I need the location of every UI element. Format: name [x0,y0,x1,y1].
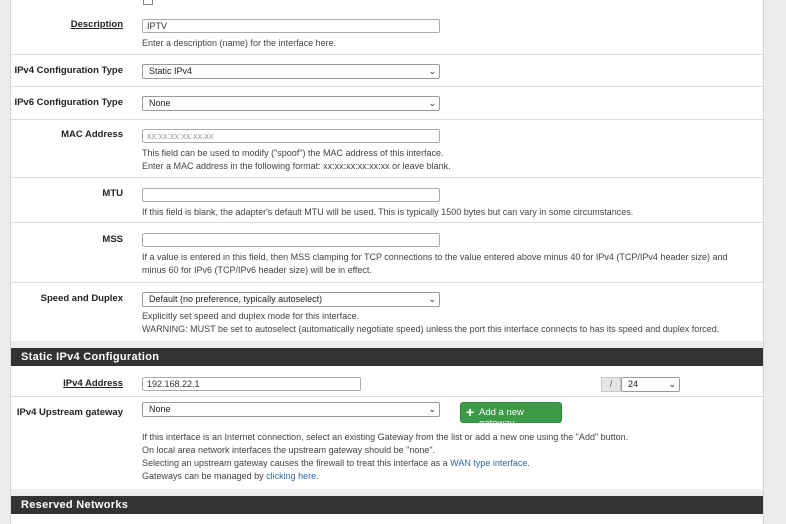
mtu-label: MTU [102,188,123,199]
right-border [763,0,764,524]
mac-help-1: This field can be used to modify ("spoof… [142,148,444,158]
cidr-value: 24 [628,379,639,389]
cidr-slash: / [601,377,621,392]
divider [11,177,763,178]
chevron-down-icon: ⌄ [668,379,676,389]
reserved-networks-section-header: Reserved Networks [11,496,763,514]
checkbox-partial[interactable] [143,0,153,5]
add-gateway-button[interactable]: + Add a new gateway [460,402,562,429]
gateway-help-4-prefix: Gateways can be managed by [142,471,267,481]
add-gateway-label: Add a new gateway [479,407,524,429]
mss-help-1: If a value is entered in this field, the… [142,252,728,262]
mac-help-2: Enter a MAC address in the following for… [142,161,451,171]
gateway-help-1: If this interface is an Internet connect… [142,432,629,442]
chevron-down-icon: ⌄ [428,294,436,304]
ipv6-config-value: None [149,98,171,108]
divider [11,396,763,397]
wan-type-interface-link[interactable]: WAN type interface [450,458,527,468]
chevron-down-icon: ⌄ [428,66,436,76]
gateway-help-2: On local area network interfaces the ups… [142,445,436,455]
gateway-help-4-suffix: . [316,471,319,481]
description-label: Description [70,19,123,30]
cidr-select[interactable]: 24 ⌄ [621,377,680,392]
divider [11,86,763,87]
mss-help-2: minus 60 for IPv6 (TCP/IPv6 header size)… [142,265,372,275]
ipv6-config-label: IPv6 Configuration Type [14,97,123,108]
gateway-select[interactable]: None ⌄ [142,402,440,417]
speed-help-1: Explicitly set speed and duplex mode for… [142,311,360,321]
chevron-down-icon: ⌄ [428,404,436,414]
mac-input[interactable]: xx:xx:xx:xx:xx:xx [142,129,440,143]
speed-select[interactable]: Default (no preference, typically autose… [142,292,440,307]
speed-value: Default (no preference, typically autose… [149,294,323,304]
gateway-value: None [149,404,171,414]
divider [11,54,763,55]
ipv4-config-value: Static IPv4 [149,66,193,76]
mss-label: MSS [102,234,123,245]
mtu-input[interactable] [142,188,440,202]
speed-help-2: WARNING: MUST be set to autoselect (auto… [142,324,720,334]
section-title: Static IPv4 Configuration [21,351,160,363]
slash-text: / [609,379,613,389]
ipv4-address-input[interactable]: 192.168.22.1 [142,377,361,391]
divider [11,282,763,283]
divider [11,222,763,223]
gateway-help-3-suffix: . [527,458,530,468]
ipv4-address-label: IPv4 Address [63,378,123,389]
gateway-help-3: Selecting an upstream gateway causes the… [142,457,530,470]
ipv4-config-label: IPv4 Configuration Type [14,65,123,76]
plus-icon: + [466,404,475,420]
ipv6-config-select[interactable]: None ⌄ [142,96,440,111]
gateway-help-4: Gateways can be managed by clicking here… [142,470,319,483]
gateway-label: IPv4 Upstream gateway [16,407,123,418]
gateway-help-3-prefix: Selecting an upstream gateway causes the… [142,458,451,468]
section-title: Reserved Networks [21,499,129,511]
description-input[interactable]: IPTV [142,19,440,33]
clicking-here-link[interactable]: clicking here [266,471,316,481]
speed-label: Speed and Duplex [40,293,123,304]
divider [11,119,763,120]
reserved-networks-panel [11,514,763,524]
mac-label: MAC Address [61,129,123,140]
ipv4-config-select[interactable]: Static IPv4 ⌄ [142,64,440,79]
mss-input[interactable] [142,233,440,247]
description-help: Enter a description (name) for the inter… [142,38,337,48]
chevron-down-icon: ⌄ [428,98,436,108]
static-ipv4-section-header: Static IPv4 Configuration [11,348,763,366]
mtu-help: If this field is blank, the adapter's de… [142,207,634,217]
